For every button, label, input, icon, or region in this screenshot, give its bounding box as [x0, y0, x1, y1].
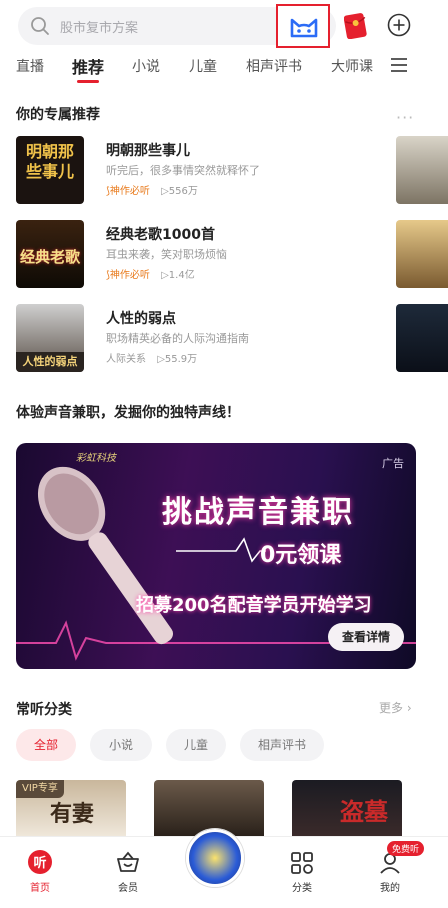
side-thumbnail[interactable]: [396, 220, 448, 288]
chip-all[interactable]: 全部: [16, 729, 76, 761]
recommend-section-title: 你的专属推荐: [16, 107, 100, 123]
nav-label: 会员: [118, 883, 138, 894]
cover-title: 人性的弱点: [16, 352, 84, 372]
category-card[interactable]: VIP专享 有妻: [16, 780, 126, 836]
tab-recommend[interactable]: 推荐: [72, 54, 104, 78]
recommend-item[interactable]: 人性的弱点 人性的弱点 职场精英必备的人际沟通指南 人际关系 ▷55.9万: [0, 304, 448, 376]
nav-vip[interactable]: 会员: [98, 837, 158, 908]
nav-category[interactable]: 分类: [272, 837, 332, 908]
top-bar: 股市复市方案: [0, 0, 448, 52]
recommend-item[interactable]: 经典老歌 经典老歌1000首 耳虫来袭，笑对职场烦恼 ⟆神作必听 ▷1.4亿: [0, 220, 448, 292]
side-thumbnail[interactable]: [396, 136, 448, 204]
item-description: 听完后，很多事情突然就释怀了: [106, 164, 260, 177]
category-card[interactable]: 盗墓: [292, 780, 402, 836]
ad-brand: 彩虹科技: [76, 453, 116, 464]
item-title: 人性的弱点: [106, 311, 176, 327]
categories-more-link[interactable]: 更多 ›: [379, 699, 412, 716]
cat-face-icon: [290, 18, 318, 38]
item-meta: ⟆神作必听 ▷556万: [106, 182, 198, 197]
item-description: 职场精英必备的人际沟通指南: [106, 332, 249, 345]
hot-badge: ⟆神作必听: [106, 270, 150, 281]
item-meta: ⟆神作必听 ▷1.4亿: [106, 266, 195, 281]
card-title: 有妻: [50, 802, 95, 827]
menu-icon[interactable]: [390, 57, 408, 73]
side-thumbnail[interactable]: [396, 304, 448, 372]
item-meta: 人际关系 ▷55.9万: [106, 350, 197, 365]
item-title: 经典老歌1000首: [106, 227, 215, 243]
recommend-item[interactable]: 明朝那些事儿 明朝那些事儿 听完后，很多事情突然就释怀了 ⟆神作必听 ▷556万: [0, 136, 448, 208]
tab-live[interactable]: 直播: [16, 56, 44, 76]
chip-kids[interactable]: 儿童: [166, 729, 226, 761]
vip-basket-icon: [117, 851, 139, 872]
ad-label: 广告: [382, 457, 404, 470]
ad-banner[interactable]: 彩虹科技 广告 挑战声音兼职 0元领课 招募200名配音学员开始学习 查看详情: [16, 443, 416, 669]
search-icon: [31, 17, 49, 35]
nav-label: 我的: [380, 883, 400, 894]
home-listen-icon: 听: [28, 850, 52, 874]
categories-title: 常听分类: [16, 702, 72, 718]
ad-cta-button[interactable]: 查看详情: [328, 623, 404, 651]
tab-kids[interactable]: 儿童: [189, 56, 217, 76]
bottom-navigation: 听 首页 会员 分类 我的 免费听: [0, 829, 448, 908]
cover-title: 明朝那些事儿: [25, 142, 74, 181]
album-cover: 明朝那些事儿: [16, 136, 84, 204]
album-cover: 人性的弱点: [16, 304, 84, 372]
svg-text:听: 听: [33, 855, 46, 871]
red-packet-icon[interactable]: [344, 11, 368, 39]
more-options-icon[interactable]: ···: [396, 108, 414, 127]
item-title: 明朝那些事儿: [106, 143, 190, 159]
nav-label: 分类: [292, 883, 312, 894]
chip-crosstalk[interactable]: 相声评书: [240, 729, 324, 761]
play-count: ▷55.9万: [157, 354, 198, 365]
assistant-cat-button[interactable]: [276, 4, 330, 48]
item-description: 耳虫来袭，笑对职场烦恼: [106, 248, 227, 261]
ad-tagline: 招募200名配音学员开始学习: [136, 595, 372, 616]
tab-novel[interactable]: 小说: [132, 56, 160, 76]
play-count: ▷1.4亿: [161, 270, 195, 281]
channel-tabs: 直播 推荐 小说 儿童 相声评书 大师课: [0, 52, 448, 88]
search-placeholder: 股市复市方案: [60, 21, 139, 36]
play-count: ▷556万: [161, 186, 198, 197]
category-tag: 人际关系: [106, 354, 146, 365]
nav-label: 首页: [30, 883, 50, 894]
active-tab-indicator: [77, 80, 99, 83]
ad-subline: 0元领课: [260, 543, 342, 568]
album-cover: 经典老歌: [16, 220, 84, 288]
hot-badge: ⟆神作必听: [106, 186, 150, 197]
category-card[interactable]: [154, 780, 264, 836]
ad-section-title: 体验声音兼职，发掘你的独特声线！: [16, 405, 240, 421]
nav-home[interactable]: 听 首页: [10, 837, 70, 908]
free-listen-badge: 免费听: [387, 841, 425, 856]
tab-masterclass[interactable]: 大师课: [331, 56, 373, 76]
chip-novel[interactable]: 小说: [90, 729, 152, 761]
add-icon[interactable]: [387, 13, 411, 37]
center-play-disc[interactable]: [186, 829, 244, 887]
cover-title: 经典老歌: [19, 248, 80, 266]
tab-crosstalk[interactable]: 相声评书: [246, 56, 302, 76]
category-grid-icon: [291, 852, 313, 874]
card-title: 盗墓: [340, 798, 388, 826]
ad-headline: 挑战声音兼职: [162, 495, 354, 530]
